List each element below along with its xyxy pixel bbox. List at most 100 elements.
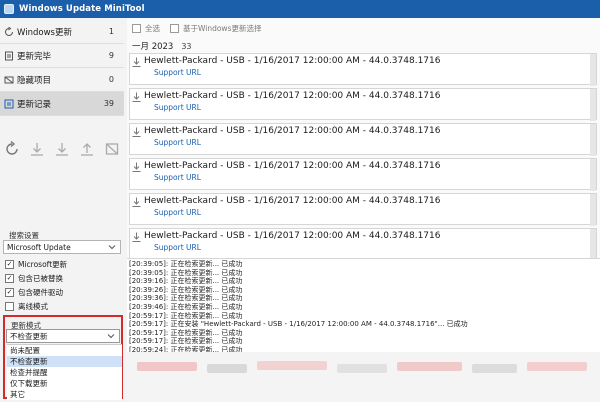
download-icon xyxy=(132,162,141,172)
checkbox-microsoft-update[interactable]: ✓ xyxy=(5,259,14,269)
update-mode-option[interactable]: 检查并提醒 xyxy=(7,367,122,378)
redacted-area xyxy=(127,352,600,402)
update-title: Hewlett-Packard - USB - 1/16/2017 12:00:… xyxy=(144,161,441,171)
support-url-link[interactable]: Support URL xyxy=(154,173,201,182)
log-line: [20:59:17]: 正在检索更新... 已成功 xyxy=(129,337,243,346)
blur-block xyxy=(137,362,197,371)
support-url-link[interactable]: Support URL xyxy=(154,208,201,217)
update-title: Hewlett-Packard - USB - 1/16/2017 12:00:… xyxy=(144,56,441,66)
app-icon xyxy=(4,4,14,14)
update-row[interactable]: Hewlett-Packard - USB - 1/16/2017 12:00:… xyxy=(129,88,597,121)
update-source-select[interactable]: Microsoft Update xyxy=(3,240,121,254)
download-icon xyxy=(132,127,141,137)
update-mode-option[interactable]: 其它 xyxy=(7,389,122,400)
update-title: Hewlett-Packard - USB - 1/16/2017 12:00:… xyxy=(144,231,441,241)
update-row[interactable]: Hewlett-Packard - USB - 1/16/2017 12:00:… xyxy=(129,123,597,156)
update-mode-option[interactable]: 仅下载更新 xyxy=(7,378,122,389)
nav-updates-completed-label: 更新完毕 xyxy=(17,51,52,62)
title-bar: Windows Update MiniTool xyxy=(0,0,600,18)
nav-hidden-items-count: 0 xyxy=(108,75,114,84)
update-row[interactable]: Hewlett-Packard - USB - 1/16/2017 12:00:… xyxy=(129,158,597,191)
update-mode-value: 不检查更新 xyxy=(10,331,48,341)
select-by-windows-update-label: 基于Windows更新选择 xyxy=(183,23,262,33)
nav-update-history-label: 更新记录 xyxy=(17,99,52,110)
log-line: [20:39:16]: 正在检索更新... 已成功 xyxy=(129,277,243,286)
chevron-down-icon xyxy=(108,245,116,250)
select-all-label: 全选 xyxy=(145,23,160,33)
action-toolbar xyxy=(2,136,124,162)
log-line: [20:59:17]: 正在检索更新... 已成功 xyxy=(129,311,243,320)
select-by-windows-update[interactable]: 基于Windows更新选择 xyxy=(170,23,261,34)
option-include-superseded-label: 包含已被替换 xyxy=(18,273,63,283)
option-include-drivers-label: 包含硬件驱动 xyxy=(18,287,63,297)
nav-hidden-items-label: 隐藏项目 xyxy=(17,75,52,86)
update-title: Hewlett-Packard - USB - 1/16/2017 12:00:… xyxy=(144,196,441,206)
update-title: Hewlett-Packard - USB - 1/16/2017 12:00:… xyxy=(144,91,441,101)
log-line: [20:59:17]: 正在安装 "Hewlett-Packard - USB … xyxy=(129,320,468,329)
download-icon[interactable] xyxy=(27,139,47,159)
selection-toolbar: 全选 基于Windows更新选择 xyxy=(127,18,600,38)
chevron-down-icon xyxy=(107,334,115,339)
nav-hidden-items[interactable]: 隐藏项目 0 xyxy=(0,68,124,92)
log-line: [20:39:05]: 正在检索更新... 已成功 xyxy=(129,268,243,277)
download-icon xyxy=(132,57,141,67)
support-url-link[interactable]: Support URL xyxy=(154,68,201,77)
option-microsoft-update-label: Microsoft更新 xyxy=(18,259,68,269)
row-edge xyxy=(590,194,596,226)
log-line: [20:39:46]: 正在检索更新... 已成功 xyxy=(129,302,243,311)
refresh-icon xyxy=(4,26,14,37)
option-offline-mode[interactable]: 离线模式 xyxy=(5,300,48,312)
checkbox-select-by-windows-update[interactable] xyxy=(170,23,179,33)
blur-block xyxy=(472,364,517,373)
hide-icon[interactable] xyxy=(102,139,122,159)
row-edge xyxy=(590,54,596,86)
update-mode-select[interactable]: 不检查更新 xyxy=(6,329,120,343)
update-row[interactable]: Hewlett-Packard - USB - 1/16/2017 12:00:… xyxy=(129,193,597,226)
select-all[interactable]: 全选 xyxy=(132,23,160,34)
history-icon xyxy=(4,99,14,109)
option-include-superseded[interactable]: ✓ 包含已被替换 xyxy=(5,272,63,284)
refresh-icon[interactable] xyxy=(2,139,22,159)
blur-block xyxy=(527,362,587,371)
window-title: Windows Update MiniTool xyxy=(19,4,145,14)
download-icon xyxy=(132,232,141,242)
update-mode-option[interactable]: 不检查更新 xyxy=(7,356,122,367)
support-url-link[interactable]: Support URL xyxy=(154,103,201,112)
nav-update-history[interactable]: 更新记录 39 xyxy=(0,92,124,116)
checkbox-select-all[interactable] xyxy=(132,23,141,33)
option-include-drivers[interactable]: ✓ 包含硬件驱动 xyxy=(5,286,63,298)
support-url-link[interactable]: Support URL xyxy=(154,138,201,147)
nav-updates-completed[interactable]: 更新完毕 9 xyxy=(0,44,124,68)
update-row[interactable]: Hewlett-Packard - USB - 1/16/2017 12:00:… xyxy=(129,53,597,86)
option-offline-mode-label: 离线模式 xyxy=(18,301,48,311)
nav-updates-completed-count: 9 xyxy=(108,51,114,60)
log-line: [20:39:05]: 正在检索更新... 已成功 xyxy=(129,260,243,268)
upload-icon[interactable] xyxy=(77,139,97,159)
option-microsoft-update[interactable]: ✓ Microsoft更新 xyxy=(5,258,67,270)
update-row[interactable]: Hewlett-Packard - USB - 1/16/2017 12:00:… xyxy=(129,228,597,261)
update-title: Hewlett-Packard - USB - 1/16/2017 12:00:… xyxy=(144,126,441,136)
update-source-value: Microsoft Update xyxy=(7,242,71,252)
document-icon xyxy=(4,51,14,61)
checkbox-include-superseded[interactable]: ✓ xyxy=(5,273,14,283)
blur-block xyxy=(257,361,327,370)
group-label: 一月 2023 xyxy=(132,42,174,52)
group-header[interactable]: 一月 2023 33 xyxy=(129,39,600,53)
download-icon[interactable] xyxy=(52,139,72,159)
update-mode-options: 尚未配置 不检查更新 检查并提醒 仅下载更新 其它 xyxy=(7,344,122,400)
checkbox-include-drivers[interactable]: ✓ xyxy=(5,287,14,297)
nav-windows-update-count: 1 xyxy=(108,27,114,36)
row-edge xyxy=(590,124,596,156)
download-icon xyxy=(132,92,141,102)
row-edge xyxy=(590,89,596,121)
update-list: Hewlett-Packard - USB - 1/16/2017 12:00:… xyxy=(129,53,600,275)
update-mode-option[interactable]: 尚未配置 xyxy=(7,345,122,356)
nav-windows-update[interactable]: Windows更新 1 xyxy=(0,20,124,44)
nav-windows-update-label: Windows更新 xyxy=(17,27,72,38)
update-mode-panel: 更新模式 不检查更新 尚未配置 不检查更新 检查并提醒 仅下载更新 其它 xyxy=(3,315,123,400)
blur-block xyxy=(397,362,462,371)
checkbox-offline-mode[interactable] xyxy=(5,301,14,311)
row-edge xyxy=(590,229,596,261)
nav-update-history-count: 39 xyxy=(103,99,114,108)
support-url-link[interactable]: Support URL xyxy=(154,243,201,252)
